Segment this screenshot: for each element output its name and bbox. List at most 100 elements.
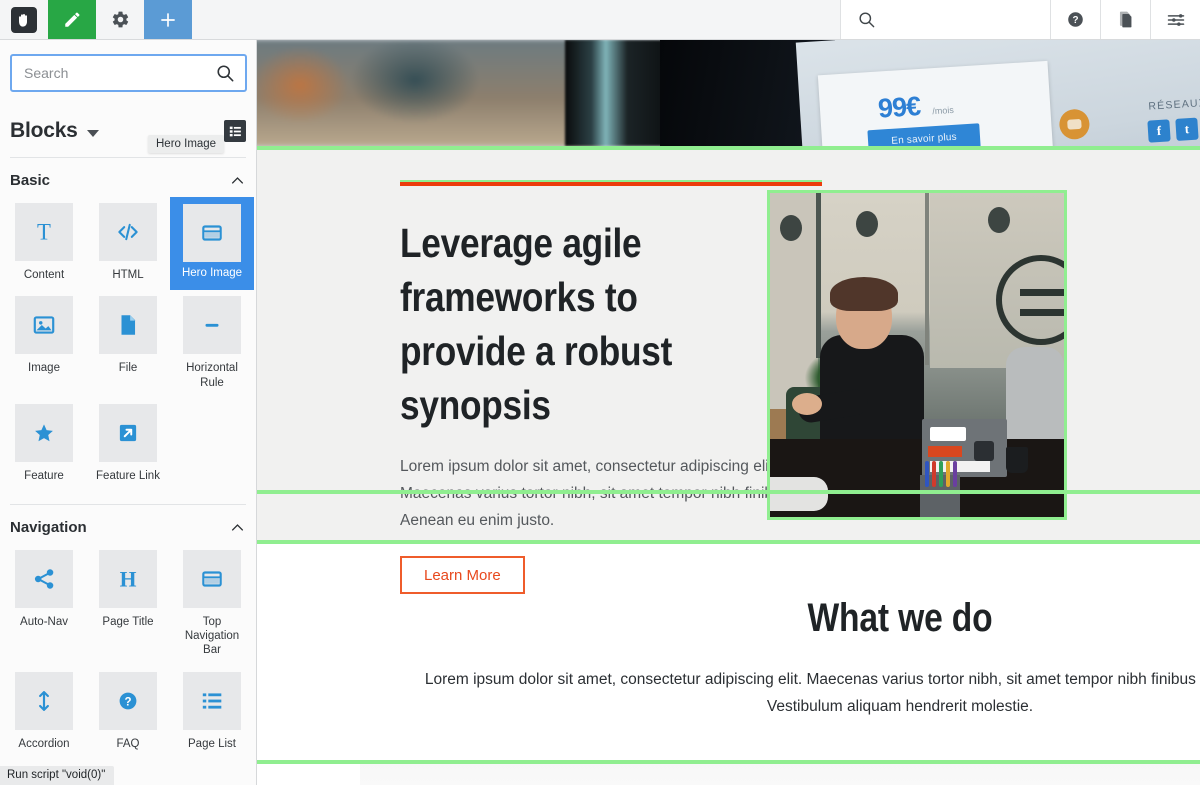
chevron-up-icon[interactable]	[231, 174, 244, 187]
picture-icon	[15, 296, 73, 354]
block-tile-image[interactable]: Image	[2, 290, 86, 398]
pen-holder	[920, 475, 960, 517]
group-title-navigation: Navigation	[10, 519, 87, 536]
sliders-icon	[1166, 10, 1186, 30]
help-button[interactable]: ?	[1050, 0, 1100, 39]
banner-price: 99€	[877, 91, 921, 125]
block-tile-label: Hero Image	[182, 266, 242, 280]
what-we-do-paragraph: Lorem ipsum dolor sit amet, consectetur …	[400, 667, 1200, 720]
block-grid-basic: T Content HTML	[0, 197, 256, 492]
block-tile-label: Horizontal Rule	[177, 361, 247, 390]
top-toolbar: ?	[0, 0, 1200, 40]
concrete5-logo-icon	[11, 7, 37, 33]
banner-social-row: f t ▶ ▣ ● P	[1147, 111, 1200, 143]
heading-h-icon: H	[99, 550, 157, 608]
block-tile-label: Page List	[188, 737, 236, 751]
block-tile-horizontal-rule[interactable]: Horizontal Rule	[170, 290, 254, 398]
banner-cta-button: En savoir plus	[867, 123, 980, 146]
svg-text:T: T	[37, 220, 51, 245]
banner-chat-bubble-icon	[1059, 108, 1091, 140]
search-input[interactable]	[24, 65, 215, 81]
block-tile-hero-image[interactable]: Hero Image	[170, 197, 254, 290]
block-tile-feature-link[interactable]: Feature Link	[86, 398, 170, 491]
list-icon	[229, 125, 242, 138]
block-tile-top-navigation-bar[interactable]: Top Navigation Bar	[170, 544, 254, 666]
list-view-toggle[interactable]	[224, 120, 246, 142]
question-icon: ?	[99, 672, 157, 730]
hero-photo[interactable]	[767, 190, 1067, 520]
panel-title: Blocks	[10, 119, 78, 143]
block-tile-label: FAQ	[116, 737, 139, 751]
help-icon: ?	[1066, 10, 1085, 29]
settings-button[interactable]	[96, 0, 144, 39]
svg-text:H: H	[120, 567, 137, 591]
block-tile-page-title[interactable]: H Page Title	[86, 544, 170, 666]
drop-target-line-hero	[257, 490, 1200, 494]
hero-banner-image[interactable]: 99€ /mois En savoir plus RÉSEAUX SOCIAUX…	[257, 40, 1200, 146]
browser-status-bar: Run script "void(0)"	[0, 766, 114, 785]
hero-paragraph: Lorem ipsum dolor sit amet, consectetur …	[400, 454, 818, 534]
list-icon	[183, 672, 241, 730]
group-title-basic: Basic	[10, 172, 50, 189]
chevron-down-icon[interactable]	[87, 130, 99, 137]
search-area	[0, 40, 256, 92]
page-content: 99€ /mois En savoir plus RÉSEAUX SOCIAUX…	[257, 40, 1200, 785]
what-we-do-heading: What we do	[346, 596, 1200, 641]
concrete5-logo-button[interactable]	[0, 0, 48, 39]
horizontal-rule-icon	[183, 296, 241, 354]
svg-text:?: ?	[1072, 15, 1078, 26]
twitter-icon: t	[1175, 118, 1198, 141]
group-header-basic[interactable]: Basic	[0, 158, 256, 197]
plus-icon	[158, 10, 178, 30]
sliders-settings-button[interactable]	[1150, 0, 1200, 39]
block-tile-label: Auto-Nav	[20, 615, 68, 629]
add-block-button[interactable]	[144, 0, 192, 39]
hero-image-icon	[183, 204, 241, 262]
block-tile-label: Accordion	[18, 737, 69, 751]
banner-social-label: RÉSEAUX SOCIAUX	[1148, 93, 1200, 112]
bottom-section	[257, 764, 1200, 785]
star-icon	[15, 404, 73, 462]
block-tile-label: Image	[28, 361, 60, 375]
blocks-panel: Hero Image Blocks Basic	[0, 40, 257, 785]
block-tile-faq[interactable]: ? FAQ	[86, 666, 170, 759]
search-box[interactable]	[10, 54, 247, 92]
block-tile-accordion[interactable]: Accordion	[2, 666, 86, 759]
updown-arrow-icon	[15, 672, 73, 730]
learn-more-button[interactable]: Learn More	[400, 556, 525, 594]
block-tile-file[interactable]: File	[86, 290, 170, 398]
hero-image-column	[767, 182, 1067, 594]
block-tile-content[interactable]: T Content	[2, 197, 86, 290]
banner-card: 99€ /mois En savoir plus	[818, 61, 1054, 146]
hero-text-column: Leverage agile frameworks to provide a r…	[257, 182, 752, 594]
chevron-up-icon[interactable]	[231, 521, 244, 534]
arrow-box-icon	[99, 404, 157, 462]
share-nodes-icon	[15, 550, 73, 608]
block-tile-label: Content	[24, 268, 64, 282]
block-tile-auto-nav[interactable]: Auto-Nav	[2, 544, 86, 666]
hero-section[interactable]: Leverage agile frameworks to provide a r…	[257, 150, 1200, 540]
hero-heading: Leverage agile frameworks to provide a r…	[400, 216, 703, 432]
app-root: ?	[0, 0, 1200, 785]
facebook-icon: f	[1147, 119, 1170, 142]
pages-button[interactable]	[1100, 0, 1150, 39]
group-header-navigation[interactable]: Navigation	[0, 505, 256, 544]
block-tile-label: HTML	[112, 268, 143, 282]
block-tile-label: Feature Link	[96, 469, 160, 483]
toolbar-spacer	[192, 0, 840, 39]
block-tile-label: Top Navigation Bar	[177, 615, 247, 658]
block-tile-page-list[interactable]: Page List	[170, 666, 254, 759]
search-icon[interactable]	[215, 63, 235, 83]
block-tile-html[interactable]: HTML	[86, 197, 170, 290]
toolbar-search[interactable]	[840, 0, 1050, 39]
edit-mode-button[interactable]	[48, 0, 96, 39]
search-icon	[857, 10, 876, 29]
block-tile-label: Page Title	[102, 615, 153, 629]
block-tile-feature[interactable]: Feature	[2, 398, 86, 491]
top-nav-bar-icon	[183, 550, 241, 608]
pages-icon	[1116, 10, 1135, 29]
file-icon	[99, 296, 157, 354]
svg-text:?: ?	[124, 696, 131, 708]
block-tile-label: File	[119, 361, 138, 375]
page-canvas: 99€ /mois En savoir plus RÉSEAUX SOCIAUX…	[257, 40, 1200, 785]
